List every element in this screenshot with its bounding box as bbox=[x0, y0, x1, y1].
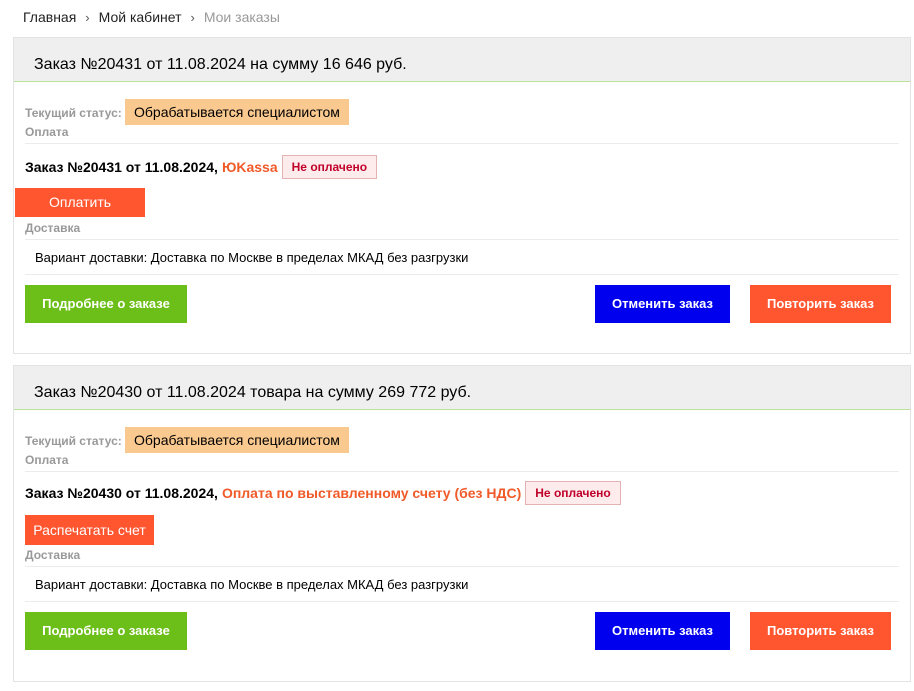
payment-line: Заказ №20430 от 11.08.2024, Оплата по вы… bbox=[25, 480, 621, 506]
delivery-variant: Вариант доставки: Доставка по Москве в п… bbox=[35, 250, 469, 265]
pay-button[interactable]: Оплатить bbox=[15, 188, 145, 217]
chevron-right-icon: › bbox=[85, 9, 90, 25]
breadcrumb-cabinet-link[interactable]: Мой кабинет bbox=[99, 9, 182, 25]
breadcrumb-home-link[interactable]: Главная bbox=[23, 9, 76, 25]
status-label: Текущий статус: bbox=[25, 106, 122, 120]
print-invoice-button[interactable]: Распечатать счет bbox=[25, 515, 154, 545]
payment-label: Оплата bbox=[25, 125, 69, 139]
repeat-order-button[interactable]: Повторить заказ bbox=[750, 612, 891, 650]
payment-method: ЮKassa bbox=[221, 159, 278, 175]
divider bbox=[25, 239, 899, 240]
status-label: Текущий статус: bbox=[25, 434, 122, 448]
divider bbox=[25, 274, 899, 275]
order-details-button[interactable]: Подробнее о заказе bbox=[25, 285, 187, 323]
delivery-label: Доставка bbox=[25, 221, 81, 235]
divider bbox=[25, 143, 899, 144]
divider bbox=[25, 471, 899, 472]
order-card: Заказ №20431 от 11.08.2024 на сумму 16 6… bbox=[13, 37, 911, 354]
repeat-order-button[interactable]: Повторить заказ bbox=[750, 285, 891, 323]
delivery-variant: Вариант доставки: Доставка по Москве в п… bbox=[35, 577, 469, 592]
order-card: Заказ №20430 от 11.08.2024 товара на сум… bbox=[13, 365, 911, 682]
cancel-order-button[interactable]: Отменить заказ bbox=[595, 285, 730, 323]
payment-line: Заказ №20431 от 11.08.2024, ЮKassa Не оп… bbox=[25, 154, 378, 180]
order-header: Заказ №20431 от 11.08.2024 на сумму 16 6… bbox=[14, 38, 910, 82]
breadcrumb: Главная › Мой кабинет › Мои заказы bbox=[23, 8, 280, 26]
divider bbox=[25, 601, 899, 602]
payment-order-ref: Заказ №20431 от 11.08.2024, bbox=[25, 159, 218, 175]
order-header: Заказ №20430 от 11.08.2024 товара на сум… bbox=[14, 366, 910, 410]
divider bbox=[25, 566, 899, 567]
delivery-label: Доставка bbox=[25, 548, 81, 562]
payment-status-badge: Не оплачено bbox=[525, 481, 621, 505]
status-badge: Обрабатывается специалистом bbox=[125, 427, 349, 453]
payment-status-badge: Не оплачено bbox=[281, 155, 378, 179]
order-details-button[interactable]: Подробнее о заказе bbox=[25, 612, 187, 650]
breadcrumb-current: Мои заказы bbox=[203, 9, 280, 25]
payment-order-ref: Заказ №20430 от 11.08.2024, bbox=[25, 485, 218, 501]
status-badge: Обрабатывается специалистом bbox=[125, 99, 349, 125]
cancel-order-button[interactable]: Отменить заказ bbox=[595, 612, 730, 650]
chevron-right-icon: › bbox=[190, 9, 195, 25]
payment-method: Оплата по выставленному счету (без НДС) bbox=[221, 485, 522, 501]
payment-label: Оплата bbox=[25, 453, 69, 467]
